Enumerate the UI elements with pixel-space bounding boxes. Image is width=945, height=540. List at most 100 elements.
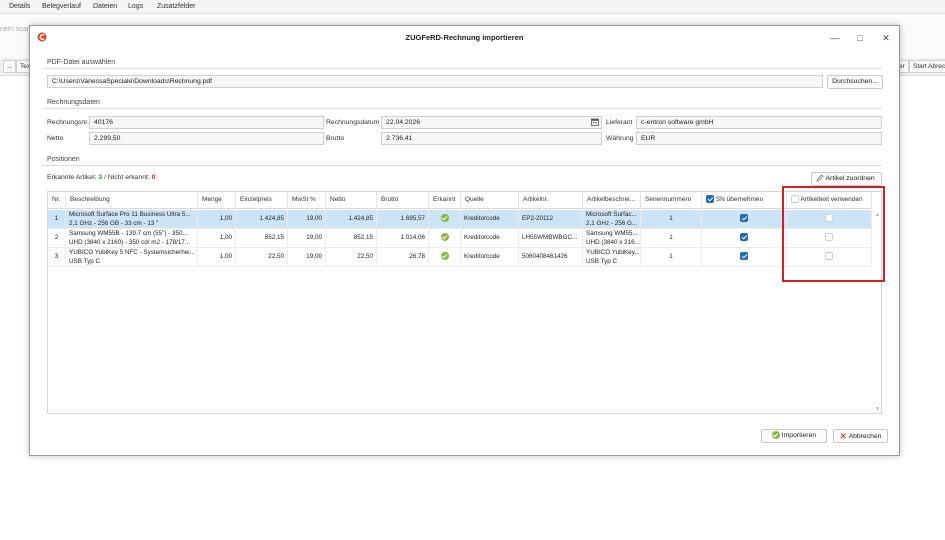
grid-cell-ab[interactable]: YUBICO YubiKey... USB Typ C: [583, 248, 641, 267]
invoice-number-field[interactable]: 40176: [89, 116, 324, 129]
grid-cell-quelle[interactable]: Kreditorcode: [461, 229, 519, 248]
grid-cell-sn[interactable]: 1: [641, 248, 702, 267]
background-more-button[interactable]: ...: [3, 60, 17, 73]
grid-cell-mwst[interactable]: 19,00: [288, 229, 326, 248]
summary-separator: /: [104, 174, 106, 181]
dialog-titlebar: ZUGFeRD-Rechnung importieren — □ ✕: [30, 26, 899, 50]
supplier-field[interactable]: c-entron software gmbH: [636, 116, 882, 129]
grid-cell-snapply[interactable]: [702, 248, 787, 267]
col-header-quantity[interactable]: Menge: [198, 192, 236, 209]
cell-line-1: YUBICO YubiKey...: [586, 249, 640, 256]
col-header-description[interactable]: Beschreibung: [66, 192, 198, 209]
grid-cell-menge[interactable]: 1,00: [198, 248, 236, 267]
gross-field[interactable]: 2.736,41: [381, 132, 602, 145]
col-header-gross[interactable]: Brutto: [377, 192, 429, 209]
col-header-serial-numbers[interactable]: Seriennummern: [641, 192, 702, 209]
grid-cell-einzelpreis[interactable]: 852,15: [236, 229, 288, 248]
menu-details[interactable]: Details: [9, 3, 30, 10]
browse-button[interactable]: Durchsuchen...: [827, 75, 883, 89]
grid-cell-nr[interactable]: 3: [48, 248, 66, 267]
grid-cell-netto[interactable]: 852,15: [326, 229, 377, 248]
grid-cell-nr[interactable]: 2: [48, 229, 66, 248]
scroll-down-icon[interactable]: ▼: [875, 406, 880, 412]
grid-cell-artikelnr[interactable]: 5060408461426: [519, 248, 583, 267]
grid-cell-nr[interactable]: 1: [48, 210, 66, 229]
grid-cell-desc[interactable]: YUBICO YubiKey 5 NFC - Systemsicherhei..…: [66, 248, 198, 267]
pdf-path-field[interactable]: C:\Users\VanessaSpeciale\Downloads\Rechn…: [47, 75, 823, 88]
menu-logs[interactable]: Logs: [128, 3, 143, 10]
assign-article-button[interactable]: Artikel zuordnen: [811, 172, 882, 186]
sn-apply-header-label: SN übernehmen: [715, 196, 764, 203]
grid-cell-artikelnr[interactable]: LH55WMBWBGC...: [519, 229, 583, 248]
invoice-date-value: 22.04.2026: [386, 119, 421, 126]
grid-cell-brutto[interactable]: 1.014,06: [377, 229, 429, 248]
recognition-summary: Erkannte Artikel: 3 / Nicht erkannt: 0: [47, 174, 155, 181]
checkmark-icon: [741, 252, 747, 258]
background-menubar: Details Belegverlauf Dateien Logs Zusatz…: [0, 0, 945, 14]
grid-cell-erkannt[interactable]: [429, 229, 461, 248]
grid-cell-erkannt[interactable]: [429, 248, 461, 267]
import-label: Importieren: [781, 432, 817, 439]
background-start-button[interactable]: Start Abrec: [909, 60, 945, 73]
menu-dateien[interactable]: Dateien: [93, 3, 117, 10]
sn-apply-header-checkbox[interactable]: [706, 195, 714, 204]
import-button[interactable]: Importieren: [761, 429, 827, 443]
grid-cell-sn[interactable]: 1: [641, 229, 702, 248]
grid-cell-netto[interactable]: 22,50: [326, 248, 377, 267]
cancel-button[interactable]: ✕ Abbrechen: [833, 429, 888, 443]
grid-cell-ab[interactable]: Microsoft Surfac... 2,1 GHz - 256 G...: [583, 210, 641, 229]
grid-cell-menge[interactable]: 1,00: [198, 210, 236, 229]
grid-cell-sn[interactable]: 1: [641, 210, 702, 229]
grid-cell-mwst[interactable]: 19,00: [288, 248, 326, 267]
grid-cell-brutto[interactable]: 26,78: [377, 248, 429, 267]
supplier-label: Lieferant: [606, 119, 633, 126]
menu-zusatzfelder[interactable]: Zusatzfelder: [157, 3, 196, 10]
col-header-article-description[interactable]: Artikelbeschrei...: [583, 192, 641, 209]
col-header-source[interactable]: Quelle: [461, 192, 519, 209]
recognized-check-icon: [440, 214, 449, 223]
check-circle-icon: [771, 431, 780, 440]
close-icon[interactable]: ✕: [879, 31, 893, 45]
grid-cell-mwst[interactable]: 19,00: [288, 210, 326, 229]
checkmark-icon: [741, 214, 747, 220]
minimize-icon[interactable]: —: [828, 31, 842, 45]
grid-cell-snapply[interactable]: [702, 210, 787, 229]
col-header-sn-apply[interactable]: SN übernehmen: [702, 192, 787, 209]
menu-belegverlauf[interactable]: Belegverlauf: [42, 3, 81, 10]
grid-cell-ab[interactable]: Samsung WM55... UHD (3840 x 216...: [583, 229, 641, 248]
maximize-icon[interactable]: □: [853, 31, 867, 45]
col-header-article-number[interactable]: Artikelnr.: [519, 192, 583, 209]
calendar-icon[interactable]: [591, 118, 599, 126]
grid-cell-einzelpreis[interactable]: 22,50: [236, 248, 288, 267]
col-header-unit-price[interactable]: Einzelpreis: [236, 192, 288, 209]
grid-cell-netto[interactable]: 1.424,85: [326, 210, 377, 229]
pencil-icon: [816, 174, 824, 182]
net-field[interactable]: 2.299,50: [89, 132, 324, 145]
import-dialog: ZUGFeRD-Rechnung importieren — □ ✕ PDF-D…: [29, 25, 900, 456]
sn-apply-checkbox[interactable]: [740, 233, 748, 242]
recognized-label: Erkannte Artikel:: [47, 174, 97, 181]
grid-cell-artikelnr[interactable]: EP2-20112: [519, 210, 583, 229]
invoice-date-label: Rechnungsdatum: [326, 119, 380, 126]
grid-cell-menge[interactable]: 1,00: [198, 229, 236, 248]
sn-apply-checkbox[interactable]: [740, 252, 748, 261]
pdf-section-label: PDF-Datei auswählen: [47, 59, 116, 66]
grid-cell-erkannt[interactable]: [429, 210, 461, 229]
col-header-recognized[interactable]: Erkannt: [429, 192, 461, 209]
grid-cell-brutto[interactable]: 1.695,57: [377, 210, 429, 229]
invoice-section-label: Rechnungsdaten: [47, 99, 100, 106]
grid-cell-desc[interactable]: Samsung WM55B - 139.7 cm (55") - 350... U…: [66, 229, 198, 248]
sn-apply-checkbox[interactable]: [740, 214, 748, 223]
invoice-date-field[interactable]: 22.04.2026: [381, 116, 602, 129]
col-header-nr[interactable]: Nr.: [48, 192, 66, 209]
cancel-x-icon: ✕: [839, 431, 848, 441]
col-header-vat[interactable]: MwSt %: [288, 192, 326, 209]
grid-cell-quelle[interactable]: Kreditorcode: [461, 210, 519, 229]
positions-grid: Nr. Beschreibung Menge Einzelpreis MwSt …: [47, 191, 882, 414]
grid-cell-einzelpreis[interactable]: 1.424,85: [236, 210, 288, 229]
grid-cell-snapply[interactable]: [702, 229, 787, 248]
grid-cell-quelle[interactable]: Kreditorcode: [461, 248, 519, 267]
grid-cell-desc[interactable]: Microsoft Surface Pro 11 Business Ultra …: [66, 210, 198, 229]
col-header-net[interactable]: Netto: [326, 192, 377, 209]
currency-field[interactable]: EUR: [636, 132, 882, 145]
